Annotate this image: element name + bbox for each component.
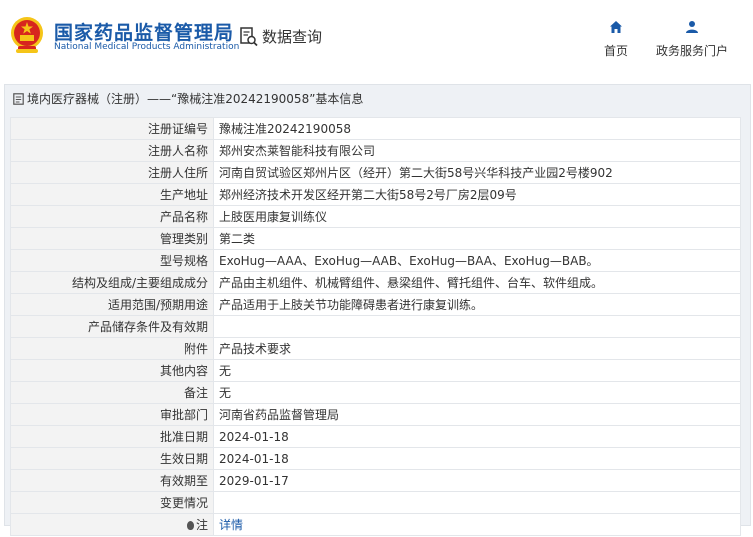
field-value: 第二类 [213,227,741,250]
field-label: 批准日期 [10,425,214,448]
field-label: 备注 [10,381,214,404]
field-label: 附件 [10,337,214,360]
field-value: 河南省药品监督管理局 [213,403,741,426]
field-value: 2024-01-18 [213,447,741,470]
field-value: 无 [213,381,741,404]
field-label: 型号规格 [10,249,214,272]
table-row: 生效日期 2024-01-18 [10,447,741,470]
panel-title: 境内医疗器械（注册）——“豫械注准20242190058”基本信息 [13,90,363,107]
document-icon [13,92,24,105]
data-query-label: 数据查询 [262,28,323,46]
field-label: 适用范围/预期用途 [10,293,214,316]
field-label: 注册人住所 [10,161,214,184]
note-label-cell: 注 [10,513,214,536]
user-icon [686,21,698,33]
table-row: 批准日期 2024-01-18 [10,425,741,448]
field-label: 生产地址 [10,183,214,206]
table-row: 备注无 [10,381,741,404]
table-row: 附件 产品技术要求 [10,337,741,360]
field-value [213,491,741,514]
field-value: 豫械注准20242190058 [213,117,741,140]
field-value: 产品技术要求 [213,337,741,360]
pin-icon [186,521,194,530]
field-value: 河南自贸试验区郑州片区（经开）第二大街58号兴华科技产业园2号楼902 [213,161,741,184]
detail-link[interactable]: 详情 [219,518,243,532]
table-row: 型号规格 ExoHug—AAA、ExoHug—AAB、ExoHug—BAA、Exo… [10,249,741,272]
site-header: 国家药品监督管理局 National Medical Products Admi… [0,0,753,78]
field-value: 产品适用于上肢关节功能障碍患者进行康复训练。 [213,293,741,316]
field-value: 郑州经济技术开发区经开第二大街58号2号厂房2层09号 [213,183,741,206]
table-row: 注册人住所 河南自贸试验区郑州片区（经开）第二大街58号兴华科技产业园2号楼902 [10,161,741,184]
field-value: 无 [213,359,741,382]
table-row: 有效期至 2029-01-17 [10,469,741,492]
note-row: 注详情 [10,513,741,536]
home-icon [610,21,622,33]
nav-government-service-label: 政务服务门户 [655,44,728,58]
nav-home-label: 首页 [603,44,628,58]
field-label: 结构及组成/主要组成成分 [10,271,214,294]
note-value-cell: 详情 [213,513,741,536]
table-row: 产品储存条件及有效期 [10,315,741,338]
site-logo-subtitle: National Medical Products Administration [54,42,240,52]
table-row: 其他内容无 [10,359,741,382]
registration-info-table: 注册证编号 豫械注准20242190058 注册人名称 郑州安杰莱智能科技有限公司 注册… [10,117,741,536]
table-row: 变更情况 [10,491,741,514]
table-row: 生产地址 郑州经济技术开发区经开第二大街58号2号厂房2层09号 [10,183,741,206]
document-search-icon [240,26,258,46]
site-logo-title[interactable]: 国家药品监督管理局 [54,18,234,45]
field-value [213,315,741,338]
field-label: 有效期至 [10,469,214,492]
field-value: 上肢医用康复训练仪 [213,205,741,228]
field-label: 产品储存条件及有效期 [10,315,214,338]
table-row: 适用范围/预期用途 产品适用于上肢关节功能障碍患者进行康复训练。 [10,293,741,316]
field-label: 生效日期 [10,447,214,470]
field-label: 变更情况 [10,491,214,514]
field-label: 管理类别 [10,227,214,250]
table-row: 产品名称 上肢医用康复训练仪 [10,205,741,228]
field-label: 注册人名称 [10,139,214,162]
nav-home[interactable]: 首页 [598,20,634,59]
field-label: 注册证编号 [10,117,214,140]
table-row: 注册人名称 郑州安杰莱智能科技有限公司 [10,139,741,162]
field-value: ExoHug—AAA、ExoHug—AAB、ExoHug—BAA、ExoHug—… [213,249,741,272]
table-row: 注册证编号 豫械注准20242190058 [10,117,741,140]
table-row: 管理类别 第二类 [10,227,741,250]
field-label: 其他内容 [10,359,214,382]
field-label: 产品名称 [10,205,214,228]
field-value: 产品由主机组件、机械臂组件、悬梁组件、臂托组件、台车、软件组成。 [213,271,741,294]
table-row: 结构及组成/主要组成成分 产品由主机组件、机械臂组件、悬梁组件、臂托组件、台车、软… [10,271,741,294]
note-label: 注 [195,518,208,532]
data-query-link[interactable]: 数据查询 [240,26,322,47]
table-row: 审批部门 河南省药品监督管理局 [10,403,741,426]
panel-title-text: 境内医疗器械（注册）——“豫械注准20242190058”基本信息 [27,92,364,106]
national-emblem-icon [11,17,43,53]
field-value: 2024-01-18 [213,425,741,448]
field-value: 郑州安杰莱智能科技有限公司 [213,139,741,162]
nav-government-service[interactable]: 政务服务门户 [650,20,734,59]
field-value: 2029-01-17 [213,469,741,492]
field-label: 审批部门 [10,403,214,426]
